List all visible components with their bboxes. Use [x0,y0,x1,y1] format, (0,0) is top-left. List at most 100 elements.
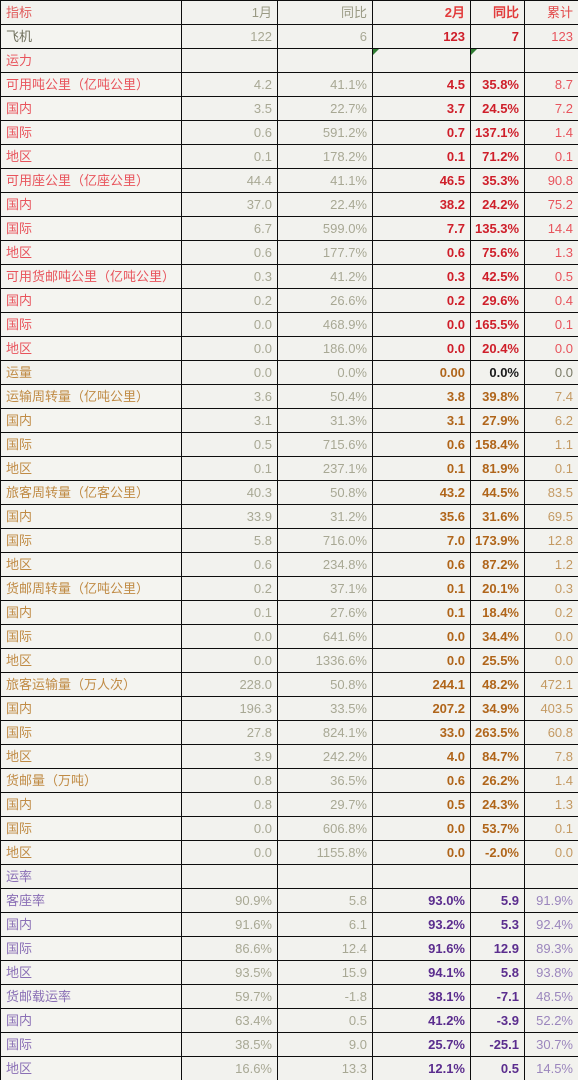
row-label[interactable]: 可用座公里（亿座公里） [0,168,182,193]
cell-feb-yoy[interactable]: 24.2% [470,192,525,217]
row-label[interactable]: 地区 [0,744,182,769]
cell-jan[interactable]: 5.8 [181,528,278,553]
cell-feb-yoy[interactable] [470,864,525,889]
cell-jan-yoy[interactable]: 1336.6% [277,648,373,673]
row-label[interactable]: 国际 [0,120,182,145]
cell-feb-yoy[interactable]: 5.3 [470,912,525,937]
cell-jan-yoy[interactable]: 177.7% [277,240,373,265]
cell-feb-yoy[interactable]: 35.3% [470,168,525,193]
cell-feb-yoy[interactable]: 29.6% [470,288,525,313]
cell-feb[interactable]: 0.0 [372,816,471,841]
cell-jan-yoy[interactable]: 27.6% [277,600,373,625]
cell-cumulative[interactable]: 30.7% [524,1032,578,1057]
cell-feb-yoy[interactable]: 0.5 [470,1056,525,1080]
cell-feb[interactable]: 0.1 [372,600,471,625]
cell-feb-yoy[interactable]: 75.6% [470,240,525,265]
cell-feb[interactable]: 7.0 [372,528,471,553]
cell-feb[interactable]: 0.7 [372,120,471,145]
cell-feb-yoy[interactable]: 44.5% [470,480,525,505]
cell-feb[interactable]: 0.6 [372,240,471,265]
cell-jan[interactable]: 3.5 [181,96,278,121]
cell-feb-yoy[interactable]: 7 [470,24,525,49]
cell-jan-yoy[interactable]: 1155.8% [277,840,373,865]
cell-jan-yoy[interactable]: 5.8 [277,888,373,913]
cell-feb[interactable]: 0.0 [372,312,471,337]
cell-cumulative[interactable]: 123 [524,24,578,49]
cell-jan-yoy[interactable]: 0.5 [277,1008,373,1033]
cell-feb-yoy[interactable]: 53.7% [470,816,525,841]
cell-feb[interactable]: 93.0% [372,888,471,913]
cell-jan-yoy[interactable]: 26.6% [277,288,373,313]
cell-jan-yoy[interactable]: 50.8% [277,480,373,505]
cell-jan[interactable]: 0.0 [181,840,278,865]
cell-jan[interactable] [181,864,278,889]
row-label[interactable]: 国际 [0,624,182,649]
cell-jan[interactable]: 0.0 [181,816,278,841]
column-header-jan-yoy[interactable]: 同比 [277,0,373,25]
row-label[interactable]: 国内 [0,408,182,433]
cell-jan-yoy[interactable]: 12.4 [277,936,373,961]
cell-cumulative[interactable]: 7.2 [524,96,578,121]
cell-jan-yoy[interactable]: 31.2% [277,504,373,529]
cell-cumulative[interactable] [524,864,578,889]
column-header-feb[interactable]: 2月 [372,0,471,25]
cell-jan[interactable]: 0.0 [181,312,278,337]
row-label[interactable]: 可用吨公里（亿吨公里） [0,72,182,97]
cell-feb-yoy[interactable] [470,48,525,73]
cell-jan[interactable]: 0.6 [181,120,278,145]
row-label[interactable]: 国际 [0,720,182,745]
cell-jan-yoy[interactable]: 641.6% [277,624,373,649]
cell-jan[interactable]: 0.8 [181,768,278,793]
cell-cumulative[interactable]: 14.4 [524,216,578,241]
cell-cumulative[interactable]: 91.9% [524,888,578,913]
cell-feb[interactable] [372,864,471,889]
cell-feb-yoy[interactable]: -3.9 [470,1008,525,1033]
cell-feb[interactable]: 3.8 [372,384,471,409]
row-label[interactable]: 旅客周转量（亿客公里） [0,480,182,505]
cell-feb[interactable]: 0.1 [372,456,471,481]
cell-cumulative[interactable]: 7.8 [524,744,578,769]
row-label[interactable]: 货邮量（万吨） [0,768,182,793]
cell-jan[interactable]: 86.6% [181,936,278,961]
cell-jan[interactable]: 93.5% [181,960,278,985]
cell-feb-yoy[interactable]: 42.5% [470,264,525,289]
cell-cumulative[interactable]: 0.1 [524,144,578,169]
cell-cumulative[interactable]: 60.8 [524,720,578,745]
cell-jan[interactable]: 122 [181,24,278,49]
cell-feb-yoy[interactable]: 12.9 [470,936,525,961]
cell-jan-yoy[interactable]: 41.2% [277,264,373,289]
cell-feb-yoy[interactable]: 27.9% [470,408,525,433]
cell-jan-yoy[interactable]: 6.1 [277,912,373,937]
cell-jan-yoy[interactable]: 15.9 [277,960,373,985]
cell-feb-yoy[interactable]: 31.6% [470,504,525,529]
cell-feb[interactable]: 93.2% [372,912,471,937]
cell-jan-yoy[interactable]: 242.2% [277,744,373,769]
cell-jan[interactable]: 0.8 [181,792,278,817]
cell-cumulative[interactable]: 0.1 [524,816,578,841]
cell-cumulative[interactable]: 0.1 [524,456,578,481]
cell-feb-yoy[interactable]: 24.3% [470,792,525,817]
cell-feb-yoy[interactable]: 25.5% [470,648,525,673]
cell-cumulative[interactable]: 1.2 [524,552,578,577]
cell-jan[interactable]: 0.1 [181,600,278,625]
cell-jan-yoy[interactable]: 50.8% [277,672,373,697]
cell-feb-yoy[interactable]: -2.0% [470,840,525,865]
cell-cumulative[interactable]: 8.7 [524,72,578,97]
cell-feb[interactable]: 3.7 [372,96,471,121]
cell-feb[interactable]: 207.2 [372,696,471,721]
cell-cumulative[interactable]: 7.4 [524,384,578,409]
row-label[interactable]: 可用货邮吨公里（亿吨公里） [0,264,182,289]
cell-jan-yoy[interactable]: 29.7% [277,792,373,817]
row-label[interactable]: 地区 [0,240,182,265]
cell-feb-yoy[interactable]: 35.8% [470,72,525,97]
cell-feb[interactable]: 35.6 [372,504,471,529]
row-label[interactable]: 地区 [0,648,182,673]
row-label[interactable]: 飞机 [0,24,182,49]
cell-cumulative[interactable]: 403.5 [524,696,578,721]
cell-jan[interactable]: 37.0 [181,192,278,217]
row-label[interactable]: 地区 [0,1056,182,1080]
cell-jan-yoy[interactable]: 237.1% [277,456,373,481]
row-label[interactable]: 旅客运输量（万人次） [0,672,182,697]
cell-feb-yoy[interactable]: 263.5% [470,720,525,745]
cell-cumulative[interactable]: 1.4 [524,120,578,145]
